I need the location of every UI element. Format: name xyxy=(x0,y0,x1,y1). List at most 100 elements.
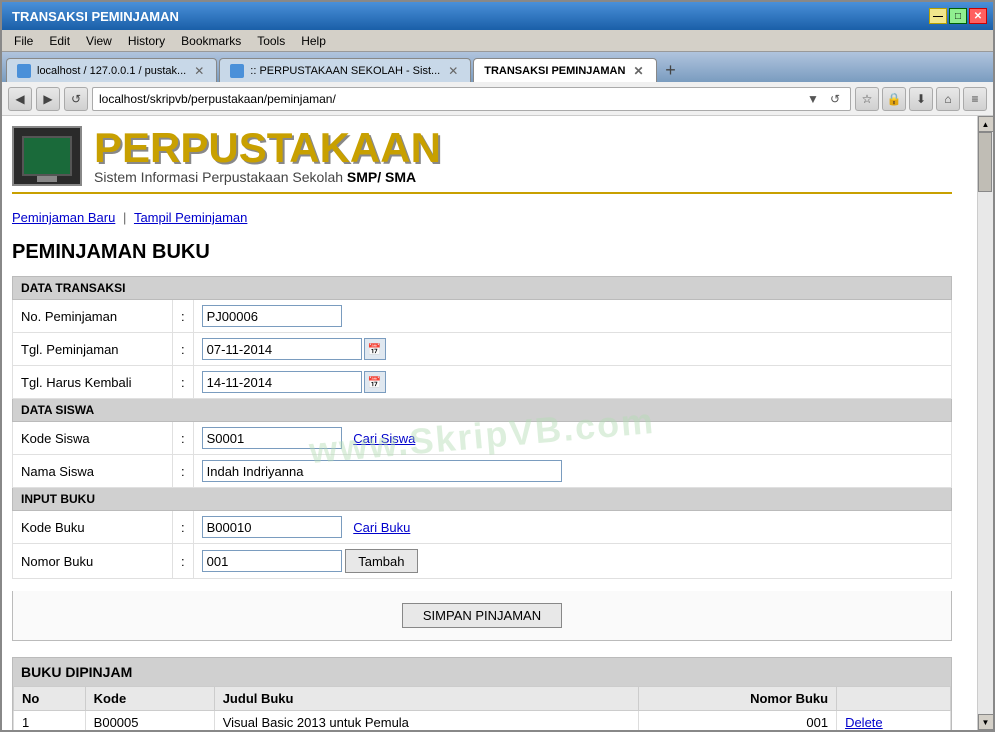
star-button[interactable]: ☆ xyxy=(855,87,879,111)
maximize-button[interactable]: □ xyxy=(949,8,967,24)
minimize-button[interactable]: — xyxy=(929,8,947,24)
tab-3[interactable]: TRANSAKSI PEMINJAMAN ✕ xyxy=(473,58,656,82)
cari-siswa-link[interactable]: Cari Siswa xyxy=(353,431,415,446)
menu-tools[interactable]: Tools xyxy=(249,32,293,50)
nav-peminjaman-baru[interactable]: Peminjaman Baru xyxy=(12,210,115,225)
tab-bar: localhost / 127.0.0.1 / pustak... ✕ :: P… xyxy=(2,52,993,82)
label-no-peminjaman: No. Peminjaman xyxy=(13,300,173,333)
window-title: TRANSAKSI PEMINJAMAN xyxy=(8,9,179,24)
nav-links: Peminjaman Baru | Tampil Peminjaman xyxy=(12,202,952,233)
tambah-button[interactable]: Tambah xyxy=(345,549,417,573)
refresh-button[interactable]: ↺ xyxy=(64,87,88,111)
back-button[interactable]: ◀ xyxy=(8,87,32,111)
col-no: No xyxy=(14,687,86,711)
col-nomor: Nomor Buku xyxy=(638,687,836,711)
label-tgl-kembali: Tgl. Harus Kembali xyxy=(13,366,173,399)
address-bar: ◀ ▶ ↺ localhost/skripvb/perpustakaan/pem… xyxy=(2,82,993,116)
menu-button[interactable]: ≡ xyxy=(963,87,987,111)
menu-bookmarks[interactable]: Bookmarks xyxy=(173,32,249,50)
back-icon: ◀ xyxy=(15,92,24,106)
table-row: 1 B00005 Visual Basic 2013 untuk Pemula … xyxy=(14,711,951,731)
scroll-down-button[interactable]: ▼ xyxy=(978,714,994,730)
input-no-peminjaman[interactable] xyxy=(202,305,342,327)
tab-label-2: :: PERPUSTAKAAN SEKOLAH - Sist... xyxy=(250,65,440,77)
tab-close-1[interactable]: ✕ xyxy=(192,64,206,78)
home-button[interactable]: ⌂ xyxy=(936,87,960,111)
input-tgl-peminjaman[interactable] xyxy=(202,338,362,360)
menu-help[interactable]: Help xyxy=(293,32,334,50)
new-tab-button[interactable]: + xyxy=(659,58,683,82)
menu-history[interactable]: History xyxy=(120,32,173,50)
section-data-transaksi: DATA TRANSAKSI xyxy=(13,277,952,300)
label-nama-siswa: Nama Siswa xyxy=(13,455,173,488)
scroll-up-button[interactable]: ▲ xyxy=(978,116,994,132)
label-nomor-buku: Nomor Buku xyxy=(13,544,173,579)
label-tgl-peminjaman: Tgl. Peminjaman xyxy=(13,333,173,366)
cell-kode: B00005 xyxy=(85,711,214,731)
hamburger-icon: ≡ xyxy=(971,92,978,106)
scrollbar: ▲ ▼ xyxy=(977,116,993,730)
tab-close-2[interactable]: ✕ xyxy=(446,64,460,78)
date-picker-kembali[interactable]: 📅 xyxy=(364,371,386,393)
menu-file[interactable]: File xyxy=(6,32,41,50)
cell-nomor: 001 xyxy=(638,711,836,731)
input-nama-siswa[interactable] xyxy=(202,460,562,482)
lock-icon: 🔒 xyxy=(887,92,902,106)
download-icon: ⬇ xyxy=(916,92,926,106)
refresh-icon: ↺ xyxy=(71,92,81,106)
tab-label-1: localhost / 127.0.0.1 / pustak... xyxy=(37,65,186,77)
input-kode-buku[interactable] xyxy=(202,516,342,538)
tab-1[interactable]: localhost / 127.0.0.1 / pustak... ✕ xyxy=(6,58,217,82)
cell-delete: Delete xyxy=(837,711,951,731)
site-header: PERPUSTAKAAN Sistem Informasi Perpustaka… xyxy=(12,116,952,194)
input-tgl-kembali[interactable] xyxy=(202,371,362,393)
input-kode-siswa[interactable] xyxy=(202,427,342,449)
label-kode-buku: Kode Buku xyxy=(13,511,173,544)
tab-favicon-2 xyxy=(230,64,244,78)
tab-favicon-1 xyxy=(17,64,31,78)
menu-view[interactable]: View xyxy=(78,32,120,50)
section-data-siswa: DATA SISWA xyxy=(13,399,952,422)
buku-dipinjam-section: BUKU DIPINJAM No Kode Judul Buku Nomor B… xyxy=(12,657,952,730)
cari-buku-link[interactable]: Cari Buku xyxy=(353,520,410,535)
save-btn-row: SIMPAN PINJAMAN xyxy=(12,591,952,641)
cell-no: 1 xyxy=(14,711,86,731)
buku-dipinjam-header: BUKU DIPINJAM xyxy=(13,658,951,686)
menu-bar: File Edit View History Bookmarks Tools H… xyxy=(2,30,993,52)
tab-close-3[interactable]: ✕ xyxy=(631,64,645,78)
page-content: www.SkripVB.com PERPUSTAKAAN Sistem Info… xyxy=(2,116,977,730)
label-kode-siswa: Kode Siswa xyxy=(13,422,173,455)
lock-button[interactable]: 🔒 xyxy=(882,87,906,111)
menu-edit[interactable]: Edit xyxy=(41,32,78,50)
home-icon: ⌂ xyxy=(944,92,951,106)
calendar-icon-2: 📅 xyxy=(368,376,382,389)
nav-tampil-peminjaman[interactable]: Tampil Peminjaman xyxy=(134,210,247,225)
calendar-icon: 📅 xyxy=(368,343,382,356)
refresh-small-icon[interactable]: ↺ xyxy=(826,90,844,108)
download-button[interactable]: ⬇ xyxy=(909,87,933,111)
col-kode: Kode xyxy=(85,687,214,711)
forward-icon: ▶ xyxy=(43,92,52,106)
site-logo xyxy=(12,126,82,186)
date-picker-peminjaman[interactable]: 📅 xyxy=(364,338,386,360)
site-subtitle: Sistem Informasi Perpustakaan Sekolah SM… xyxy=(94,169,441,185)
star-icon: ☆ xyxy=(862,92,873,106)
section-input-buku: INPUT BUKU xyxy=(13,488,952,511)
forward-button[interactable]: ▶ xyxy=(36,87,60,111)
col-judul: Judul Buku xyxy=(214,687,638,711)
scroll-track[interactable] xyxy=(978,132,993,714)
address-text[interactable]: localhost/skripvb/perpustakaan/peminjama… xyxy=(99,92,804,106)
page-heading: PEMINJAMAN BUKU xyxy=(12,233,952,276)
dropdown-icon[interactable]: ▼ xyxy=(804,90,822,108)
site-title: PERPUSTAKAAN xyxy=(94,127,441,169)
tab-2[interactable]: :: PERPUSTAKAAN SEKOLAH - Sist... ✕ xyxy=(219,58,471,82)
scroll-thumb[interactable] xyxy=(978,132,992,192)
logo-screen-icon xyxy=(22,136,72,176)
simpan-pinjaman-button[interactable]: SIMPAN PINJAMAN xyxy=(402,603,562,628)
delete-link[interactable]: Delete xyxy=(845,715,883,730)
close-button[interactable]: ✕ xyxy=(969,8,987,24)
input-nomor-buku[interactable] xyxy=(202,550,342,572)
col-action xyxy=(837,687,951,711)
cell-judul: Visual Basic 2013 untuk Pemula xyxy=(214,711,638,731)
tab-label-3: TRANSAKSI PEMINJAMAN xyxy=(484,65,625,77)
